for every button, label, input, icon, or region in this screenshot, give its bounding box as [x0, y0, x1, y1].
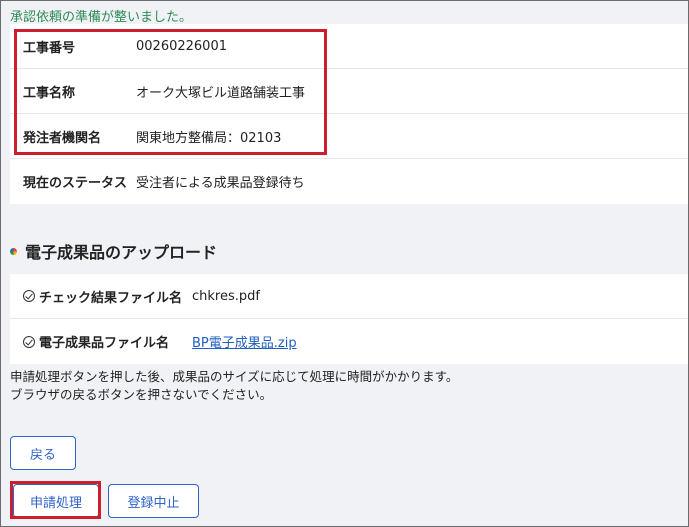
check-circle-icon: [23, 290, 35, 302]
upload-label-text: 電子成果品ファイル名: [39, 336, 170, 351]
processing-notice: 申請処理ボタンを押した後、成果品のサイズに応じて処理に時間がかかります。 ブラウ…: [10, 368, 458, 404]
highlight-box-apply-button: [10, 481, 101, 519]
upload-label: チェック結果ファイル名: [10, 287, 192, 306]
info-value: 受注者による成果品登録待ち: [136, 176, 305, 191]
upload-row-deliverable: 電子成果品ファイル名 BP電子成果品.zip: [10, 319, 689, 364]
upload-value: chkres.pdf: [192, 288, 260, 304]
upload-row-check-result: チェック結果ファイル名 chkres.pdf: [10, 274, 689, 319]
notice-line: ブラウザの戻るボタンを押さないでください。: [10, 387, 273, 402]
upload-section-title: 電子成果品のアップロード: [10, 239, 217, 263]
notice-line: 申請処理ボタンを押した後、成果品のサイズに応じて処理に時間がかかります。: [10, 369, 459, 384]
highlight-box-project-info: [14, 29, 327, 155]
upload-label: 電子成果品ファイル名: [10, 332, 192, 351]
info-row-status: 現在のステータス 受注者による成果品登録待ち: [10, 159, 689, 204]
upload-table: チェック結果ファイル名 chkres.pdf 電子成果品ファイル名 BP電子成果…: [10, 274, 689, 364]
info-label: 現在のステータス: [23, 176, 128, 191]
upload-section-title-text: 電子成果品のアップロード: [25, 243, 218, 262]
section-bullet-icon: [10, 247, 17, 255]
deliverable-file-link[interactable]: BP電子成果品.zip: [192, 332, 297, 351]
back-button[interactable]: 戻る: [10, 436, 76, 470]
check-circle-icon: [23, 335, 35, 348]
upload-label-text: チェック結果ファイル名: [39, 290, 183, 306]
cancel-registration-button[interactable]: 登録中止: [108, 484, 199, 518]
status-message: 承認依頼の準備が整いました。: [10, 10, 193, 25]
